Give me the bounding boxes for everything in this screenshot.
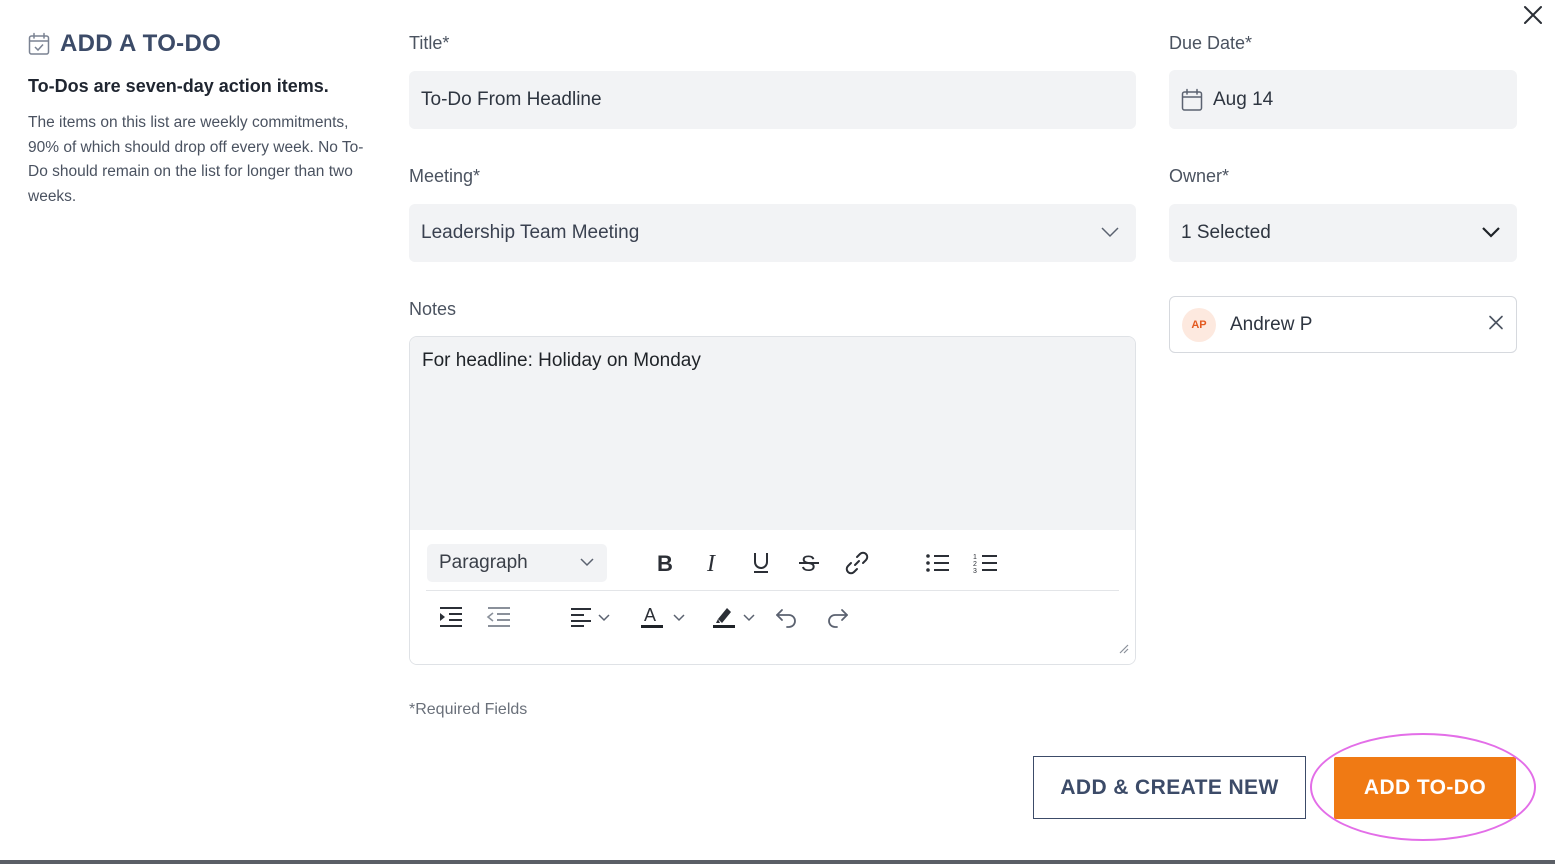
owner-chip-name: Andrew P [1230, 313, 1313, 335]
paragraph-style-value: Paragraph [439, 552, 528, 573]
modal-heading: ADD A TO-DO [28, 30, 378, 58]
underline-icon[interactable] [746, 546, 776, 580]
resize-handle-icon[interactable] [1117, 641, 1129, 659]
svg-text:1: 1 [973, 554, 977, 561]
svg-text:3: 3 [973, 568, 977, 575]
align-select[interactable] [564, 600, 616, 634]
meeting-label: Meeting* [409, 166, 481, 186]
svg-text:I: I [706, 551, 716, 575]
due-date-value: Aug 14 [1213, 88, 1274, 110]
redo-icon[interactable] [822, 600, 852, 634]
highlight-color-select[interactable] [704, 600, 762, 634]
link-icon[interactable] [842, 546, 872, 580]
strikethrough-icon[interactable]: S [794, 546, 824, 580]
notes-editor: For headline: Holiday on Monday Paragrap… [409, 336, 1136, 665]
avatar: AP [1182, 307, 1216, 342]
numbered-list-icon[interactable]: 123 [970, 546, 1002, 580]
modal-title: ADD A TO-DO [60, 30, 222, 57]
italic-icon[interactable]: I [698, 546, 728, 580]
chevron-down-icon [579, 557, 595, 567]
editor-toolbar: Paragraph B I S 123 A [410, 530, 1135, 664]
svg-text:2: 2 [973, 561, 977, 568]
owner-select[interactable]: 1 Selected [1169, 204, 1517, 262]
text-color-select[interactable]: A [632, 600, 692, 634]
calendar-check-icon [28, 32, 50, 56]
outdent-icon[interactable] [484, 600, 514, 634]
add-and-create-new-button[interactable]: ADD & CREATE NEW [1033, 756, 1306, 819]
chevron-down-icon [742, 613, 756, 622]
meeting-select-value: Leadership Team Meeting [421, 222, 640, 243]
chevron-down-icon [1100, 222, 1120, 244]
svg-text:A: A [644, 605, 656, 625]
bold-icon[interactable]: B [650, 546, 680, 580]
notes-textarea[interactable]: For headline: Holiday on Monday [410, 337, 1135, 530]
indent-icon[interactable] [436, 600, 466, 634]
add-todo-button[interactable]: ADD TO-DO [1334, 757, 1516, 819]
close-icon[interactable] [1520, 2, 1546, 28]
paragraph-style-select[interactable]: Paragraph [427, 544, 607, 582]
svg-text:B: B [657, 551, 673, 575]
chevron-down-icon [1481, 222, 1501, 244]
title-input-value: To-Do From Headline [421, 89, 602, 110]
owner-select-value: 1 Selected [1181, 222, 1271, 243]
required-fields-note: *Required Fields [409, 701, 528, 718]
modal-subtitle: To-Dos are seven-day action items. [28, 76, 329, 96]
undo-icon[interactable] [772, 600, 802, 634]
chevron-down-icon [672, 613, 686, 622]
title-label: Title* [409, 33, 450, 53]
calendar-icon [1181, 88, 1203, 112]
chevron-down-icon [597, 613, 611, 622]
due-date-label: Due Date* [1169, 33, 1253, 53]
bottom-border [0, 860, 1555, 864]
owner-chip: AP Andrew P [1169, 296, 1517, 353]
due-date-input[interactable]: Aug 14 [1169, 70, 1517, 129]
toolbar-divider [426, 590, 1119, 591]
highlighter-icon [710, 603, 738, 631]
remove-owner-icon[interactable] [1488, 314, 1504, 335]
bullet-list-icon[interactable] [922, 546, 954, 580]
text-color-icon: A [638, 603, 666, 631]
notes-label: Notes [409, 299, 457, 319]
info-panel: ADD A TO-DO To-Dos are seven-day action … [28, 30, 378, 209]
owner-label: Owner* [1169, 166, 1230, 186]
title-input[interactable]: To-Do From Headline [409, 71, 1136, 129]
align-left-icon [569, 606, 593, 628]
modal-description: The items on this list are weekly commit… [28, 114, 364, 205]
meeting-select[interactable]: Leadership Team Meeting [409, 204, 1136, 262]
